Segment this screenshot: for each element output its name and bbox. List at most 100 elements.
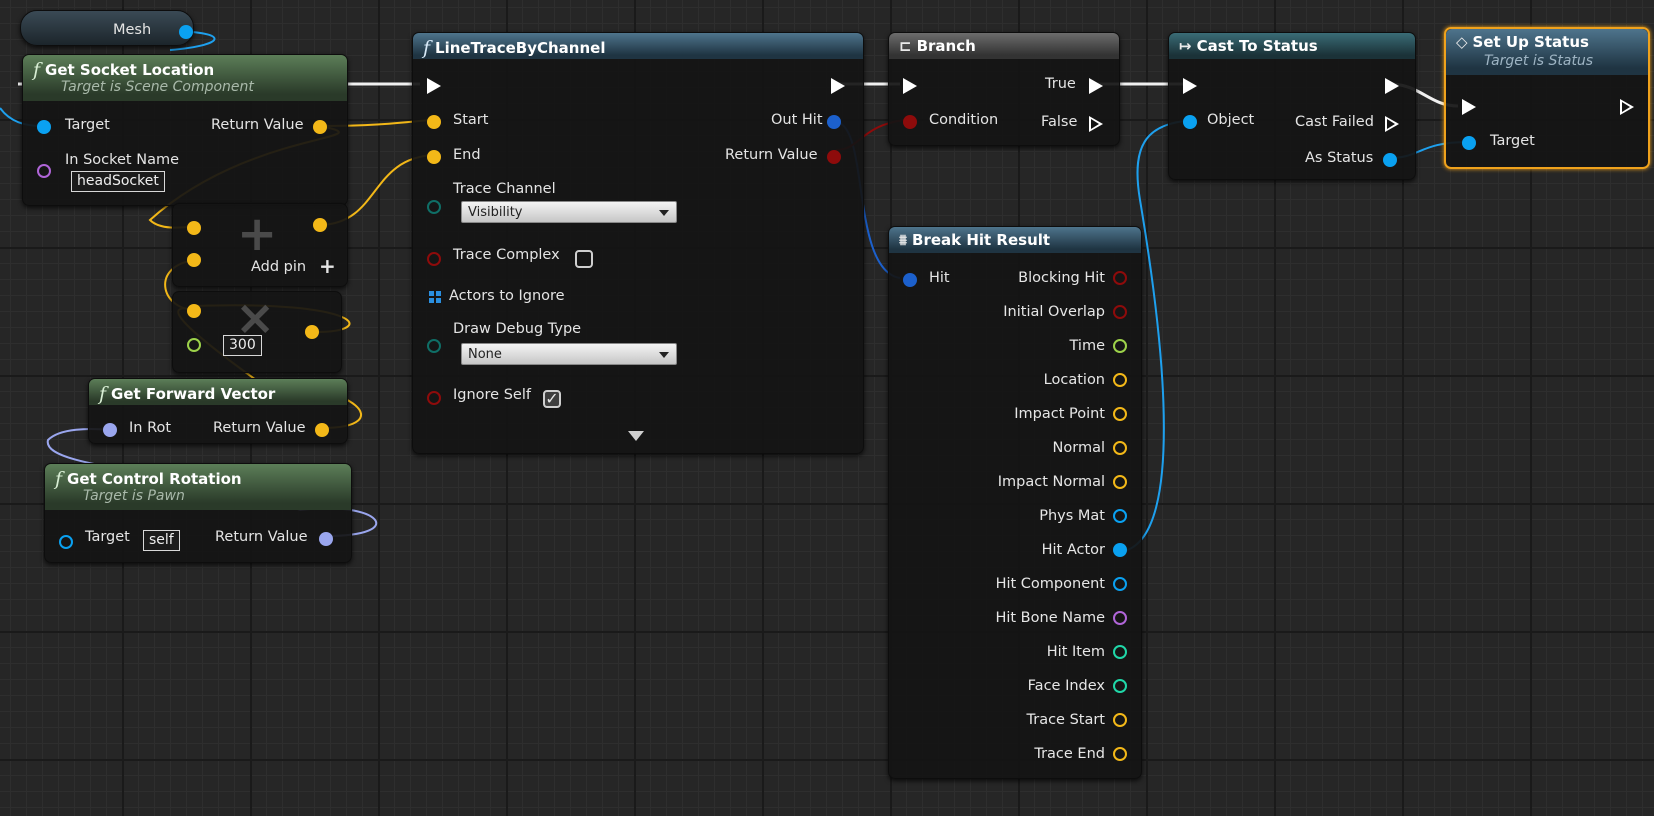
multiply-output-pin[interactable]	[305, 325, 319, 339]
true-exec-pin[interactable]	[1089, 78, 1103, 94]
cast-failed-exec-pin[interactable]	[1385, 116, 1399, 132]
add-node[interactable]: + Add pin +	[172, 203, 348, 287]
false-exec-pin[interactable]	[1089, 116, 1103, 132]
trace-channel-dropdown[interactable]: Visibility	[461, 201, 677, 223]
branch-node[interactable]: ⊏ Branch True Condition False	[888, 32, 1120, 146]
target-pin[interactable]	[1462, 136, 1476, 150]
line-trace-by-channel-node[interactable]: f LineTraceByChannel Start Out Hit End Re…	[412, 32, 864, 454]
exec-in-pin[interactable]	[1462, 99, 1476, 115]
function-icon: f	[423, 37, 431, 59]
output-label: Hit Item	[1046, 644, 1105, 660]
face-index-pin[interactable]	[1113, 679, 1127, 693]
out-hit-pin[interactable]	[827, 115, 841, 129]
exec-in-pin[interactable]	[427, 78, 441, 94]
trace-complex-pin[interactable]	[427, 252, 441, 266]
ignore-self-pin[interactable]	[427, 391, 441, 405]
exec-in-pin[interactable]	[1183, 78, 1197, 94]
add-output-pin[interactable]	[313, 218, 327, 232]
exec-out-pin[interactable]	[831, 78, 845, 94]
condition-pin[interactable]	[903, 115, 917, 129]
get-socket-location-node[interactable]: f Get Socket Location Target is Scene Com…	[22, 54, 348, 206]
output-row: Hit Actor	[1042, 533, 1127, 567]
ignore-self-checkbox[interactable]: ✓	[543, 390, 561, 408]
hit-component-pin[interactable]	[1113, 577, 1127, 591]
return-value-pin[interactable]	[315, 423, 329, 437]
end-pin[interactable]	[427, 150, 441, 164]
node-header: f Get Forward Vector	[89, 379, 347, 405]
as-status-pin[interactable]	[1383, 153, 1397, 167]
hit-item-pin[interactable]	[1113, 645, 1127, 659]
get-control-rotation-node[interactable]: f Get Control Rotation Target is Pawn Tar…	[44, 463, 352, 563]
draw-debug-type-pin[interactable]	[427, 339, 441, 353]
impact-normal-pin[interactable]	[1113, 475, 1127, 489]
return-value-pin[interactable]	[319, 532, 333, 546]
output-row: Initial Overlap	[1003, 295, 1127, 329]
output-label: Trace End	[1034, 746, 1105, 762]
return-value-pin[interactable]	[827, 150, 841, 164]
array-pin-icon[interactable]	[429, 291, 441, 303]
ignore-self-label: Ignore Self	[453, 387, 531, 403]
output-label: Hit Component	[995, 576, 1105, 592]
get-forward-vector-node[interactable]: f Get Forward Vector In Rot Return Value	[88, 378, 348, 444]
trace-channel-pin[interactable]	[427, 200, 441, 214]
output-row: Phys Mat	[1039, 499, 1127, 533]
multiply-node[interactable]: × 300	[172, 290, 342, 373]
multiply-input-b-pin[interactable]	[187, 338, 201, 352]
target-label: Target	[85, 529, 130, 545]
target-input-pin[interactable]	[37, 120, 51, 134]
in-socket-name-pin[interactable]	[37, 164, 51, 178]
output-row: Blocking Hit	[1018, 261, 1127, 295]
time-pin[interactable]	[1113, 339, 1127, 353]
return-value-label: Return Value	[215, 529, 308, 545]
add-pin-button[interactable]: Add pin	[251, 259, 306, 275]
add-pin-plus-icon[interactable]: +	[319, 254, 336, 278]
trace-start-pin[interactable]	[1113, 713, 1127, 727]
draw-debug-type-dropdown[interactable]: None	[461, 343, 677, 365]
location-pin[interactable]	[1113, 373, 1127, 387]
exec-out-pin[interactable]	[1620, 99, 1634, 115]
target-input-pin[interactable]	[59, 535, 73, 549]
set-up-status-node[interactable]: ◇ Set Up Status Target is Status Target	[1444, 27, 1650, 169]
return-value-pin[interactable]	[313, 120, 327, 134]
node-header: f Get Socket Location Target is Scene Com…	[23, 55, 347, 101]
hit-input-pin[interactable]	[903, 273, 917, 287]
socket-name-field[interactable]: headSocket	[71, 171, 165, 192]
cast-to-status-node[interactable]: ↦ Cast To Status Object Cast Failed As St…	[1168, 32, 1416, 180]
hit-actor-pin[interactable]	[1113, 543, 1127, 557]
node-title: Branch	[916, 37, 976, 55]
plus-glyph-icon: +	[237, 206, 278, 262]
initial-overlap-pin[interactable]	[1113, 305, 1127, 319]
object-pin[interactable]	[1183, 115, 1197, 129]
node-title: Get Socket Location	[45, 61, 215, 79]
return-value-label: Return Value	[211, 117, 304, 133]
trace-channel-value: Visibility	[468, 205, 523, 220]
break-hit-result-node[interactable]: ⩩ Break Hit Result Hit Blocking Hit Initi…	[888, 226, 1142, 779]
in-rot-pin[interactable]	[103, 423, 117, 437]
cast-failed-label: Cast Failed	[1295, 114, 1374, 130]
exec-out-pin[interactable]	[1385, 78, 1399, 94]
trace-channel-label: Trace Channel	[453, 181, 556, 197]
impact-point-pin[interactable]	[1113, 407, 1127, 421]
start-pin[interactable]	[427, 115, 441, 129]
add-input-a-pin[interactable]	[187, 221, 201, 235]
target-self-field[interactable]: self	[143, 530, 180, 551]
exec-in-pin[interactable]	[903, 78, 917, 94]
output-label: Hit Actor	[1041, 542, 1105, 558]
multiply-input-a-pin[interactable]	[187, 304, 201, 318]
mesh-output-pin[interactable]	[179, 25, 193, 39]
add-input-b-pin[interactable]	[187, 253, 201, 267]
normal-pin[interactable]	[1113, 441, 1127, 455]
mesh-variable-node[interactable]: Mesh	[20, 10, 194, 46]
output-row: Hit Bone Name	[995, 601, 1127, 635]
trace-complex-checkbox[interactable]	[575, 250, 593, 268]
trace-end-pin[interactable]	[1113, 747, 1127, 761]
function-icon: f	[33, 59, 41, 81]
blocking-hit-pin[interactable]	[1113, 271, 1127, 285]
phys-mat-pin[interactable]	[1113, 509, 1127, 523]
as-status-label: As Status	[1305, 150, 1374, 166]
output-label: Time	[1069, 338, 1106, 354]
output-row: Trace End	[1034, 737, 1127, 771]
expand-advanced-icon[interactable]	[628, 431, 644, 441]
multiply-value-field[interactable]: 300	[223, 335, 262, 356]
hit-bone-name-pin[interactable]	[1113, 611, 1127, 625]
